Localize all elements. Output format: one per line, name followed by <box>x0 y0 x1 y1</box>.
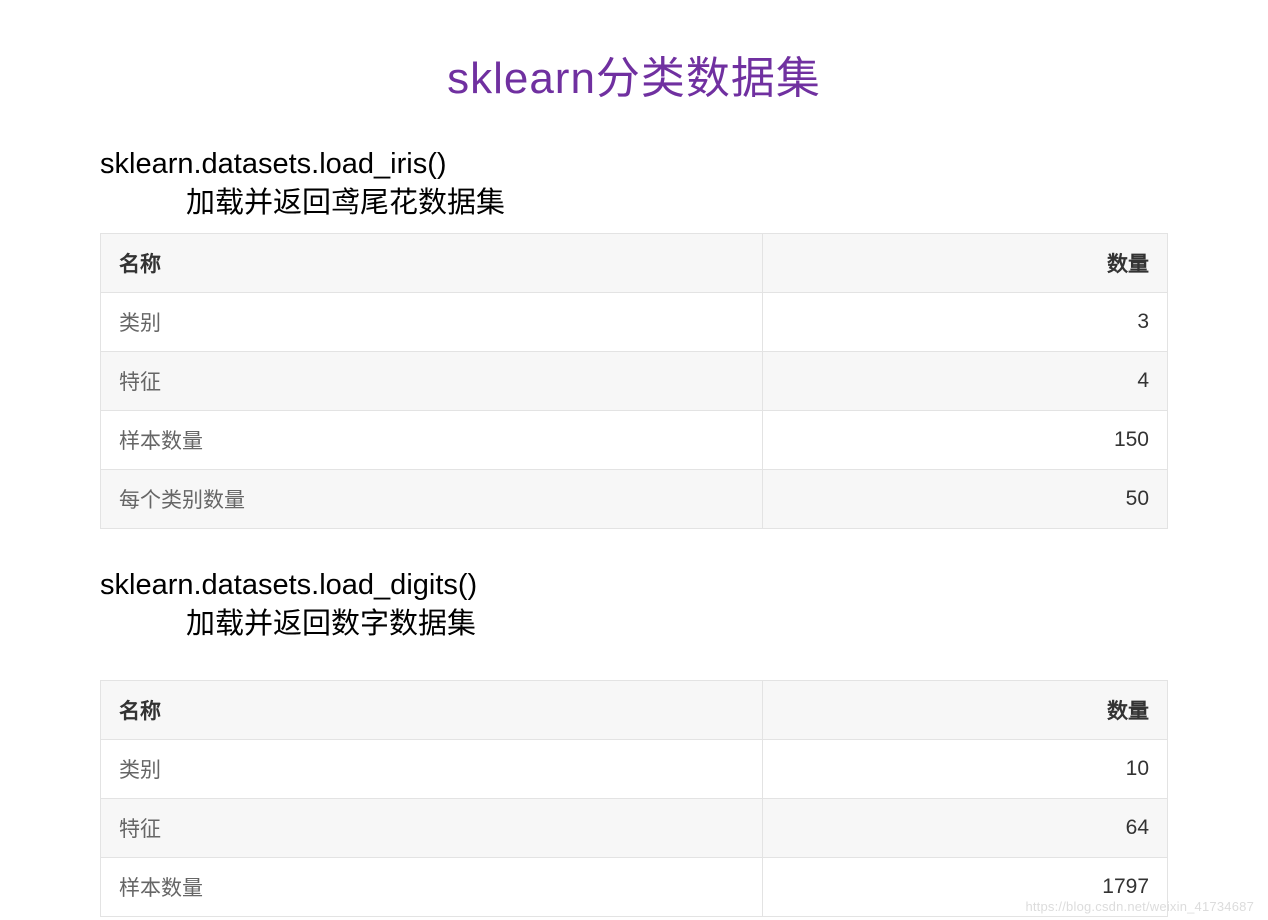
digits-table: 名称 数量 类别 10 特征 64 样本数量 1797 <box>100 680 1168 917</box>
table-header-name: 名称 <box>101 680 763 739</box>
cell-quantity: 50 <box>762 469 1167 528</box>
iris-table: 名称 数量 类别 3 特征 4 样本数量 150 每个类别数量 50 <box>100 233 1168 529</box>
cell-name: 类别 <box>101 292 763 351</box>
function-name-iris: sklearn.datasets.load_iris() <box>100 146 1168 184</box>
watermark: https://blog.csdn.net/weixin_41734687 <box>1025 899 1254 914</box>
cell-quantity: 4 <box>762 351 1167 410</box>
function-desc-iris: 加载并返回鸢尾花数据集 <box>100 184 1168 223</box>
cell-name: 特征 <box>101 351 763 410</box>
cell-name: 样本数量 <box>101 857 763 916</box>
cell-quantity: 64 <box>762 798 1167 857</box>
table-header-quantity: 数量 <box>762 233 1167 292</box>
cell-name: 类别 <box>101 739 763 798</box>
cell-name: 每个类别数量 <box>101 469 763 528</box>
cell-quantity: 10 <box>762 739 1167 798</box>
function-desc-digits: 加载并返回数字数据集 <box>100 605 1168 644</box>
cell-name: 特征 <box>101 798 763 857</box>
table-row: 特征 64 <box>101 798 1168 857</box>
table-row: 每个类别数量 50 <box>101 469 1168 528</box>
function-name-digits: sklearn.datasets.load_digits() <box>100 567 1168 605</box>
table-row: 类别 10 <box>101 739 1168 798</box>
section-iris: sklearn.datasets.load_iris() 加载并返回鸢尾花数据集… <box>0 146 1268 529</box>
cell-name: 样本数量 <box>101 410 763 469</box>
section-digits: sklearn.datasets.load_digits() 加载并返回数字数据… <box>0 567 1268 917</box>
section-gap <box>0 529 1268 567</box>
page-title: sklearn分类数据集 <box>0 0 1268 146</box>
table-row: 样本数量 1797 <box>101 857 1168 916</box>
table-header-quantity: 数量 <box>762 680 1167 739</box>
cell-quantity: 3 <box>762 292 1167 351</box>
table-row: 类别 3 <box>101 292 1168 351</box>
cell-quantity: 150 <box>762 410 1167 469</box>
table-row: 特征 4 <box>101 351 1168 410</box>
table-header-name: 名称 <box>101 233 763 292</box>
table-row: 样本数量 150 <box>101 410 1168 469</box>
